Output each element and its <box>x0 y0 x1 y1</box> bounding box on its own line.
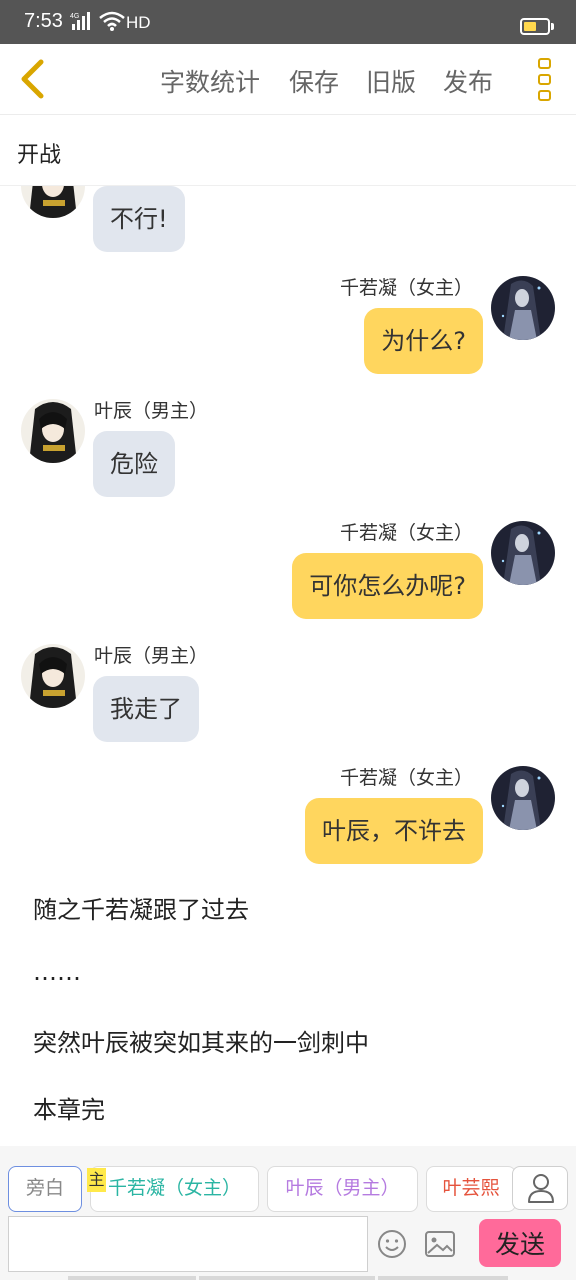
sender-name: 千若凝（女主） <box>339 277 473 299</box>
avatar-male-lead[interactable] <box>21 644 85 708</box>
role-chip-female-lead[interactable]: 千若凝（女主） <box>90 1166 259 1212</box>
avatar-male-lead[interactable] <box>21 399 85 463</box>
menu-dot <box>538 90 551 101</box>
message-bubble[interactable]: 危险 <box>93 431 175 497</box>
story-content: 不行! 千若凝（女主） 为什么? 叶辰（男主） 危险 千若凝（女主） 可你怎么办… <box>0 186 576 1146</box>
old-version-button[interactable]: 旧版 <box>366 63 416 99</box>
chevron-left-icon <box>21 59 44 99</box>
add-role-button[interactable] <box>512 1166 568 1210</box>
strip-segment <box>378 1276 508 1280</box>
wifi-icon <box>99 11 125 31</box>
avatar-image <box>491 276 555 340</box>
composer-bar: 发送 <box>0 1214 576 1280</box>
battery-level <box>524 22 536 31</box>
role-chip-narrator[interactable]: 旁白 <box>8 1166 82 1212</box>
bottom-scroll-strip <box>0 1276 576 1280</box>
menu-dot <box>538 58 551 69</box>
message-bubble[interactable]: 我走了 <box>93 676 199 742</box>
narration-line[interactable]: 随之千若凝跟了过去 <box>33 890 249 925</box>
strip-segment <box>68 1276 196 1280</box>
image-icon[interactable] <box>424 1230 456 1258</box>
message-bubble[interactable]: 叶辰，不许去 <box>305 798 483 864</box>
status-bar: 7:53 4G HD <box>0 0 576 44</box>
avatar-male-lead[interactable] <box>21 186 85 218</box>
avatar-female-lead[interactable] <box>491 521 555 585</box>
role-chip-male-lead[interactable]: 叶辰（男主） <box>267 1166 418 1212</box>
avatar-female-lead[interactable] <box>491 766 555 830</box>
narration-line[interactable]: …… <box>33 958 81 986</box>
avatar-image <box>491 521 555 585</box>
status-time: 7:53 <box>24 10 63 32</box>
back-button[interactable] <box>10 54 54 104</box>
battery-icon <box>520 18 550 35</box>
battery-tip <box>551 23 554 30</box>
avatar-image <box>21 399 85 463</box>
sender-name: 千若凝（女主） <box>339 767 473 789</box>
sender-name: 叶辰（男主） <box>94 645 209 667</box>
editor-toolbar: 字数统计 保存 旧版 发布 <box>0 44 576 115</box>
strip-segment <box>199 1276 375 1280</box>
chapter-title[interactable]: 开战 <box>17 137 61 169</box>
role-chip-ye-yunxi[interactable]: 叶芸熙 <box>426 1166 516 1212</box>
menu-dot <box>538 74 551 85</box>
message-input[interactable] <box>8 1216 368 1272</box>
svg-text:4G: 4G <box>70 13 79 20</box>
avatar-image <box>21 644 85 708</box>
narration-line[interactable]: 突然叶辰被突如其来的一剑刺中 <box>33 1023 369 1058</box>
word-count-button[interactable]: 字数统计 <box>160 63 260 99</box>
publish-button[interactable]: 发布 <box>443 63 493 99</box>
network-label: HD <box>126 13 151 32</box>
sender-name: 叶辰（男主） <box>94 400 209 422</box>
message-bubble[interactable]: 为什么? <box>364 308 483 374</box>
person-icon <box>528 1174 554 1203</box>
signal-icon: 4G <box>70 12 90 30</box>
emoji-icon[interactable] <box>376 1228 408 1260</box>
message-bubble[interactable]: 可你怎么办呢? <box>292 553 483 619</box>
sender-name: 千若凝（女主） <box>339 522 473 544</box>
narration-line[interactable]: 本章完 <box>33 1090 105 1125</box>
message-bubble[interactable]: 不行! <box>93 186 185 252</box>
more-vertical-icon[interactable] <box>528 56 560 104</box>
save-button[interactable]: 保存 <box>289 63 339 99</box>
main-role-badge: 主 <box>87 1168 106 1192</box>
send-button[interactable]: 发送 <box>479 1219 561 1267</box>
avatar-female-lead[interactable] <box>491 276 555 340</box>
chapter-header: 开战 <box>0 115 576 186</box>
avatar-image <box>21 186 85 218</box>
avatar-image <box>491 766 555 830</box>
